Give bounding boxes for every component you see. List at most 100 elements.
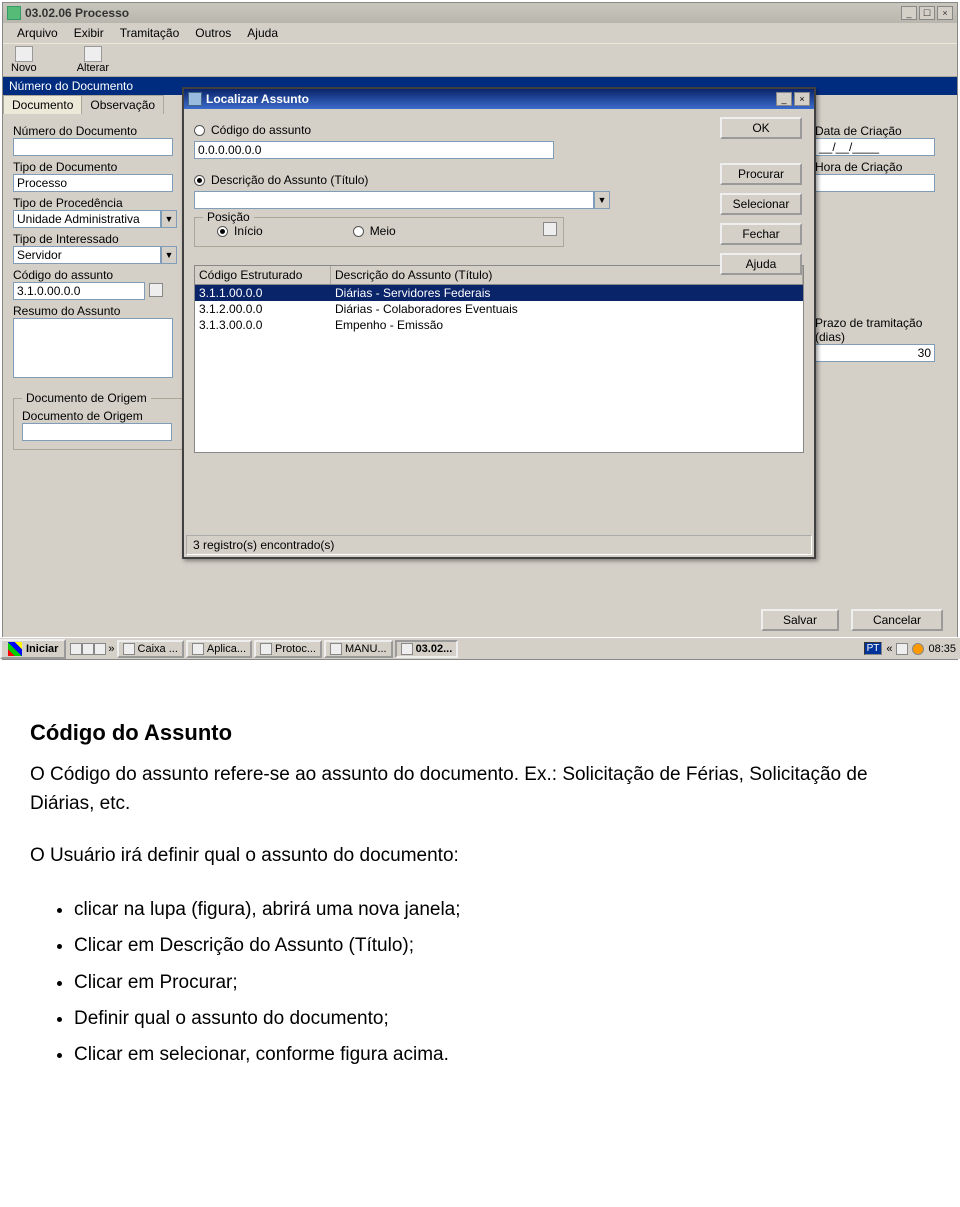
- tray-expand[interactable]: «: [886, 643, 892, 655]
- task-protoc[interactable]: Protoc...: [254, 640, 322, 658]
- start-label: Iniciar: [26, 643, 58, 655]
- toolbar: Novo Alterar: [3, 43, 957, 77]
- cell-codigo: 3.1.2.00.0.0: [195, 301, 331, 317]
- posicao-legend: Posição: [203, 210, 254, 224]
- results-grid-header: Código Estruturado Descrição do Assunto …: [194, 265, 804, 285]
- windows-flag-icon: [8, 642, 22, 656]
- toolbar-alterar[interactable]: Alterar: [77, 46, 109, 74]
- cancelar-button[interactable]: Cancelar: [851, 609, 943, 631]
- modal-minimize-button[interactable]: _: [776, 92, 792, 106]
- menubar: Arquivo Exibir Tramitação Outros Ajuda: [3, 23, 957, 43]
- list-item: clicar na lupa (figura), abrirá uma nova…: [74, 892, 930, 928]
- resumo-input[interactable]: [13, 318, 173, 378]
- instruction-text: Código do Assunto O Código do assunto re…: [0, 660, 960, 1113]
- menu-tramitacao[interactable]: Tramitação: [114, 25, 186, 41]
- selecionar-button[interactable]: Selecionar: [720, 193, 802, 215]
- procurar-button[interactable]: Procurar: [720, 163, 802, 185]
- task-aplica[interactable]: Aplica...: [186, 640, 252, 658]
- footer-buttons: Salvar Cancelar: [761, 609, 943, 631]
- fechar-button[interactable]: Fechar: [720, 223, 802, 245]
- modal-title: Localizar Assunto: [206, 92, 774, 106]
- modal-icon: [188, 92, 202, 106]
- doc-origem-label: Documento de Origem: [22, 409, 174, 423]
- quicklaunch-ie-icon[interactable]: [70, 643, 82, 655]
- tipo-doc-input[interactable]: Processo: [13, 174, 173, 192]
- tab-documento[interactable]: Documento: [3, 95, 82, 114]
- radio-codigo-label: Código do assunto: [211, 123, 311, 137]
- table-row[interactable]: 3.1.1.00.0.0Diárias - Servidores Federai…: [195, 285, 803, 301]
- search-icon[interactable]: [149, 283, 163, 297]
- task-icon: [192, 643, 204, 655]
- tipo-int-dropdown[interactable]: ▼: [161, 246, 177, 264]
- toolbar-novo[interactable]: Novo: [11, 46, 37, 74]
- cell-desc: Empenho - Emissão: [331, 317, 803, 333]
- menu-arquivo[interactable]: Arquivo: [11, 25, 64, 41]
- start-button[interactable]: Iniciar: [0, 639, 66, 659]
- menu-exibir[interactable]: Exibir: [68, 25, 110, 41]
- tab-observacao[interactable]: Observação: [81, 95, 164, 114]
- system-tray: PT « 08:35: [860, 642, 960, 655]
- tipo-proc-dropdown[interactable]: ▼: [161, 210, 177, 228]
- radio-descricao[interactable]: [194, 175, 205, 186]
- app-icon: [7, 6, 21, 20]
- task-0302[interactable]: 03.02...: [395, 640, 459, 658]
- help-icon[interactable]: [543, 222, 557, 236]
- tipo-proc-select[interactable]: Unidade Administrativa: [13, 210, 161, 228]
- tray-volume-icon[interactable]: [896, 643, 908, 655]
- list-item: Clicar em Procurar;: [74, 965, 930, 1001]
- codigo-input[interactable]: 0.0.0.00.0.0: [194, 141, 554, 159]
- table-row[interactable]: 3.1.2.00.0.0Diárias - Colaboradores Even…: [195, 301, 803, 317]
- new-icon: [15, 46, 33, 62]
- radio-meio[interactable]: [353, 226, 364, 237]
- close-button[interactable]: ×: [937, 6, 953, 20]
- menu-outros[interactable]: Outros: [189, 25, 237, 41]
- cell-codigo: 3.1.1.00.0.0: [195, 285, 331, 301]
- modal-buttons: OK Procurar Selecionar Fechar Ajuda: [720, 117, 802, 275]
- task-icon: [401, 643, 413, 655]
- modal-close-button[interactable]: ×: [794, 92, 810, 106]
- edit-icon: [84, 46, 102, 62]
- modal-statusbar: 3 registro(s) encontrado(s): [186, 535, 812, 555]
- maximize-button[interactable]: ☐: [919, 6, 935, 20]
- task-manu[interactable]: MANU...: [324, 640, 393, 658]
- doc-origem-group: Documento de Origem: [22, 391, 151, 405]
- quicklaunch-expand[interactable]: »: [108, 643, 114, 655]
- cell-codigo: 3.1.3.00.0.0: [195, 317, 331, 333]
- prazo-input[interactable]: 30: [815, 344, 935, 362]
- table-row[interactable]: 3.1.3.00.0.0Empenho - Emissão: [195, 317, 803, 333]
- ok-button[interactable]: OK: [720, 117, 802, 139]
- hora-criacao-input[interactable]: [815, 174, 935, 192]
- quicklaunch-desktop-icon[interactable]: [82, 643, 94, 655]
- tipo-int-select[interactable]: Servidor: [13, 246, 161, 264]
- ajuda-button[interactable]: Ajuda: [720, 253, 802, 275]
- minimize-button[interactable]: _: [901, 6, 917, 20]
- data-criacao-input[interactable]: __/__/____: [815, 138, 935, 156]
- list-item: Definir qual o assunto do documento;: [74, 1001, 930, 1037]
- salvar-button[interactable]: Salvar: [761, 609, 839, 631]
- numero-doc-input[interactable]: [13, 138, 173, 156]
- cod-assunto-input[interactable]: 3.1.0.00.0.0: [13, 282, 145, 300]
- list-item: Clicar em selecionar, conforme figura ac…: [74, 1037, 930, 1073]
- main-title: 03.02.06 Processo: [25, 6, 899, 20]
- taskbar: Iniciar » Caixa ... Aplica... Protoc... …: [0, 637, 960, 659]
- cell-desc: Diárias - Servidores Federais: [331, 285, 803, 301]
- tray-shield-icon[interactable]: [912, 643, 924, 655]
- descricao-dropdown[interactable]: ▼: [594, 191, 610, 209]
- data-criacao-label: Data de Criação: [815, 124, 945, 138]
- clock: 08:35: [928, 643, 956, 655]
- task-icon: [330, 643, 342, 655]
- right-column: Data de Criação __/__/____ Hora de Criaç…: [815, 120, 945, 362]
- radio-inicio[interactable]: [217, 226, 228, 237]
- lang-indicator[interactable]: PT: [864, 642, 883, 655]
- task-caixa[interactable]: Caixa ...: [117, 640, 184, 658]
- radio-inicio-label: Início: [234, 224, 263, 238]
- quicklaunch-more-icon[interactable]: [94, 643, 106, 655]
- radio-codigo[interactable]: [194, 125, 205, 136]
- descricao-input[interactable]: [194, 191, 594, 209]
- menu-ajuda[interactable]: Ajuda: [241, 25, 284, 41]
- hora-criacao-label: Hora de Criação: [815, 160, 945, 174]
- list-item: Clicar em Descrição do Assunto (Título);: [74, 928, 930, 964]
- results-grid[interactable]: 3.1.1.00.0.0Diárias - Servidores Federai…: [194, 285, 804, 453]
- doc-heading: Código do Assunto: [30, 720, 930, 746]
- doc-origem-input[interactable]: [22, 423, 172, 441]
